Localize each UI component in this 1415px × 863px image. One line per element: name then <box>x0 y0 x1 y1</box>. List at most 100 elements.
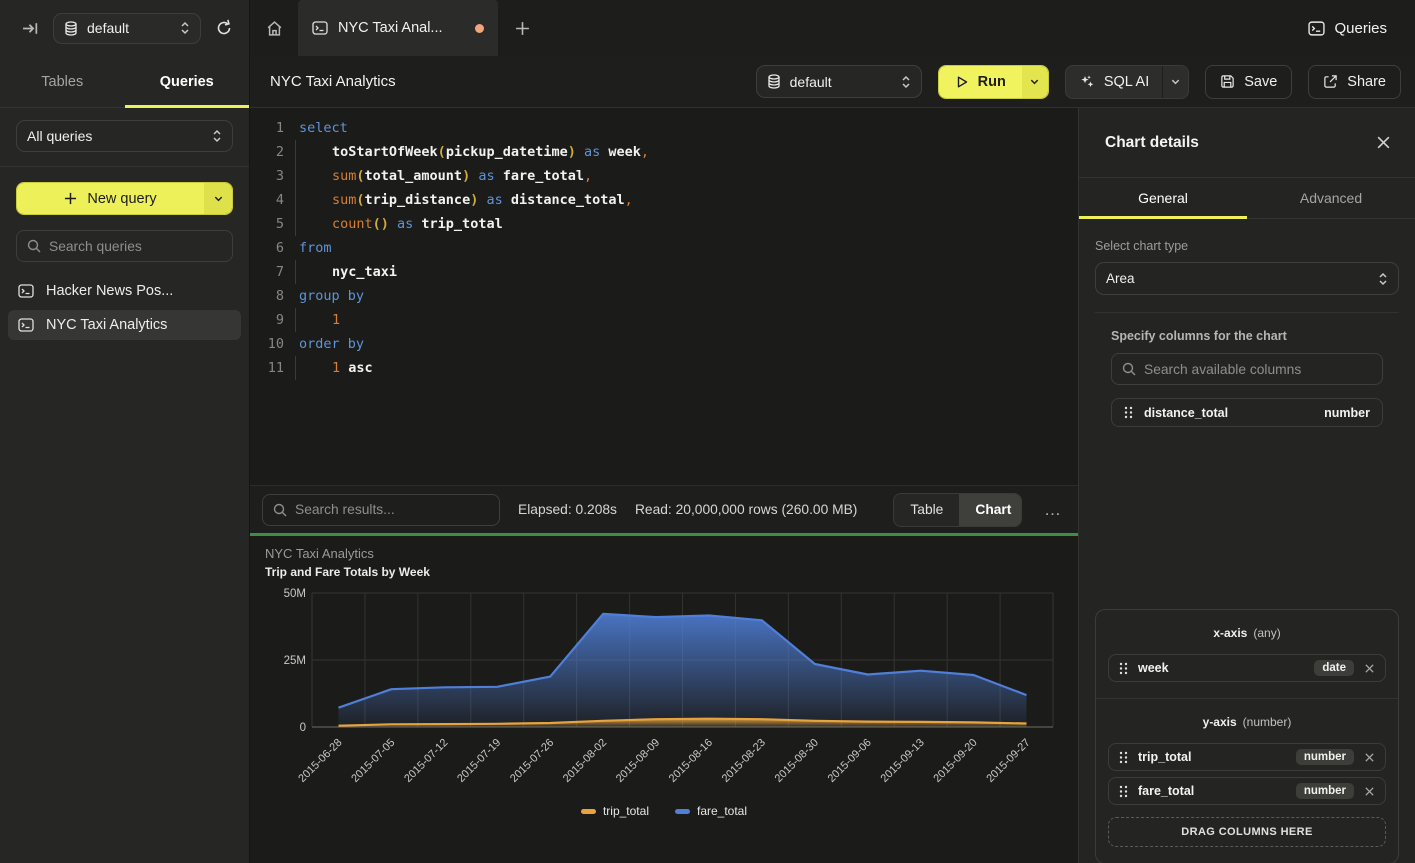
save-button[interactable]: Save <box>1205 65 1292 99</box>
save-icon <box>1220 74 1235 89</box>
chart-svg: 025M50M2015-06-282015-07-052015-07-12201… <box>250 582 1078 818</box>
sidebar-tab-queries[interactable]: Queries <box>125 56 250 107</box>
type-badge: number <box>1296 749 1354 765</box>
new-tab-button[interactable] <box>498 0 546 56</box>
remove-icon[interactable] <box>1364 663 1375 674</box>
run-label: Run <box>978 74 1006 90</box>
drag-handle-icon[interactable] <box>1124 406 1133 419</box>
legend-label: trip_total <box>603 804 649 818</box>
legend-item-trip_total[interactable]: trip_total <box>581 804 649 818</box>
database-select-value: default <box>87 20 171 36</box>
y-axis-hint: (number) <box>1243 715 1292 729</box>
plus-icon <box>64 192 77 205</box>
terminal-icon <box>312 21 328 35</box>
sidebar-tab-tables[interactable]: Tables <box>0 56 125 107</box>
chart-panel: NYC Taxi Analytics Trip and Fare Totals … <box>250 536 1078 863</box>
chevron-updown-icon <box>180 21 190 35</box>
close-icon[interactable] <box>1376 135 1391 150</box>
svg-text:2015-09-13: 2015-09-13 <box>879 737 927 785</box>
search-results-input[interactable] <box>295 502 489 517</box>
results-toolbar: Elapsed: 0.208s Read: 20,000,000 rows (2… <box>250 485 1078 533</box>
elapsed-stat: Elapsed: 0.208s <box>518 502 617 517</box>
unsaved-dot <box>475 24 484 33</box>
database-select[interactable]: default <box>53 13 201 44</box>
search-columns-input[interactable] <box>1144 362 1372 377</box>
sql-ai-button[interactable]: SQL AI <box>1065 65 1189 99</box>
svg-text:2015-07-12: 2015-07-12 <box>402 737 450 785</box>
code-line: 4sum(trip_distance) as distance_total, <box>262 188 1078 212</box>
sql-ai-caret[interactable] <box>1162 66 1188 98</box>
queries-button[interactable]: Queries <box>1280 0 1415 56</box>
chevron-updown-icon <box>901 75 911 89</box>
svg-text:2015-08-23: 2015-08-23 <box>720 737 768 785</box>
code-line: 2toStartOfWeek(pickup_datetime) as week, <box>262 140 1078 164</box>
y-axis-chip-fare-total[interactable]: fare_total number <box>1108 777 1386 805</box>
chart-title: NYC Taxi Analytics <box>265 546 374 561</box>
svg-text:2015-09-27: 2015-09-27 <box>984 737 1032 785</box>
run-caret[interactable] <box>1022 66 1048 98</box>
app: default NYC Taxi Anal... <box>0 0 1415 863</box>
type-badge: date <box>1314 660 1354 676</box>
query-item-hacker-news[interactable]: Hacker News Pos... <box>8 276 241 306</box>
chart-legend: trip_total fare_total <box>250 804 1078 818</box>
drag-handle-icon[interactable] <box>1119 662 1128 675</box>
run-database-select[interactable]: default <box>756 65 922 98</box>
svg-text:2015-07-05: 2015-07-05 <box>349 737 397 785</box>
svg-text:2015-09-20: 2015-09-20 <box>931 737 979 785</box>
more-options-icon[interactable]: … <box>1040 500 1066 520</box>
remove-icon[interactable] <box>1364 786 1375 797</box>
drag-handle-icon[interactable] <box>1119 751 1128 764</box>
tab-nyc-taxi-analytics[interactable]: NYC Taxi Anal... <box>298 0 498 56</box>
drag-handle-icon[interactable] <box>1119 785 1128 798</box>
tab-advanced[interactable]: Advanced <box>1247 178 1415 218</box>
legend-item-fare_total[interactable]: fare_total <box>675 804 747 818</box>
y-axis-chip-trip-total[interactable]: trip_total number <box>1108 743 1386 771</box>
view-toggle: Table Chart <box>893 493 1022 527</box>
chart-type-select[interactable]: Area <box>1095 262 1399 295</box>
terminal-icon <box>1308 21 1325 36</box>
chevron-updown-icon <box>212 129 222 143</box>
run-button[interactable]: Run <box>938 65 1049 99</box>
details-title: Chart details <box>1105 134 1376 152</box>
x-axis-chip-week[interactable]: week date <box>1108 654 1386 682</box>
axes-card: x-axis (any) week date <box>1095 609 1399 863</box>
database-icon <box>767 74 781 89</box>
available-column-distance-total[interactable]: distance_total number <box>1111 398 1383 427</box>
drop-zone[interactable]: DRAG COLUMNS HERE <box>1108 817 1386 847</box>
search-queries-box <box>16 230 233 262</box>
remove-icon[interactable] <box>1364 752 1375 763</box>
terminal-icon <box>18 318 34 332</box>
sql-editor[interactable]: 1select2toStartOfWeek(pickup_datetime) a… <box>250 108 1078 485</box>
tab-bar: NYC Taxi Anal... Queries <box>250 0 1415 56</box>
tab-general[interactable]: General <box>1079 178 1247 218</box>
chart-type-value: Area <box>1106 271 1369 286</box>
queries-filter-select[interactable]: All queries <box>16 120 233 152</box>
new-query-button[interactable]: New query <box>16 182 233 215</box>
svg-text:2015-08-02: 2015-08-02 <box>561 737 609 785</box>
search-queries-input[interactable] <box>49 239 222 254</box>
new-query-caret[interactable] <box>204 183 232 214</box>
svg-text:2015-08-30: 2015-08-30 <box>773 737 821 785</box>
search-icon <box>1122 362 1136 376</box>
refresh-icon[interactable] <box>215 19 233 37</box>
view-chart[interactable]: Chart <box>959 494 1022 526</box>
run-database-value: default <box>790 74 892 90</box>
type-badge: number <box>1296 783 1354 799</box>
sidebar-tabs: Tables Queries <box>0 56 249 108</box>
home-tab[interactable] <box>250 0 298 56</box>
svg-text:50M: 50M <box>284 588 306 600</box>
collapse-sidebar-icon[interactable] <box>22 20 39 37</box>
code-line: 91 <box>262 308 1078 332</box>
legend-swatch <box>581 809 596 814</box>
view-table[interactable]: Table <box>894 494 959 526</box>
x-axis-hint: (any) <box>1253 626 1280 640</box>
query-item-nyc-taxi[interactable]: NYC Taxi Analytics <box>8 310 241 340</box>
code-line: 10order by <box>262 332 1078 356</box>
terminal-icon <box>18 284 34 298</box>
code-line: 5count() as trip_total <box>262 212 1078 236</box>
chart-details-panel: Chart details General Advanced Select ch… <box>1078 108 1415 863</box>
code-line: 1select <box>262 116 1078 140</box>
x-axis-label: x-axis <box>1213 626 1247 640</box>
chart-plot-area: 025M50M2015-06-282015-07-052015-07-12201… <box>250 582 1078 818</box>
share-button[interactable]: Share <box>1308 65 1401 99</box>
